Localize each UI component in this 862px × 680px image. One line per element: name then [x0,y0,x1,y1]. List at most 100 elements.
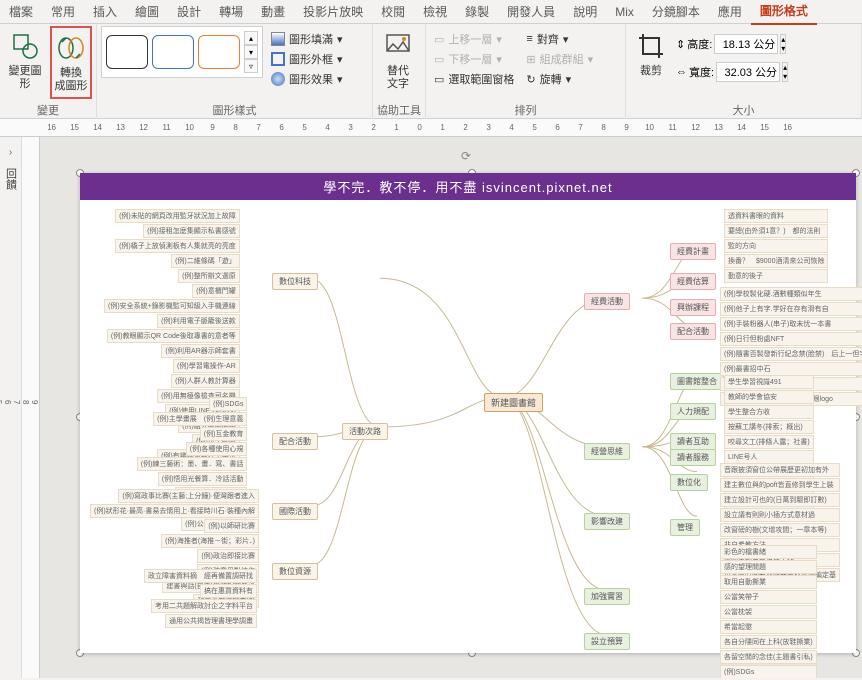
node-l2[interactable]: 數位科技 [272,273,318,290]
shape-outline-label: 圖形外框 [289,51,333,67]
tab-app[interactable]: 應用 [709,0,751,24]
bring-forward-button: ▭ 上移一層 ▾ [430,30,518,48]
ribbon-group-change: 變更圖 形 轉換 成圖形 變更 [0,24,97,119]
height-row: ⇕ 高度: ▴▾ [676,34,788,54]
tab-slideshow[interactable]: 投影片放映 [294,0,372,24]
rotation-handle-icon[interactable]: ⟳ [461,149,475,163]
tab-storyboard[interactable]: 分鏡腳本 [643,0,709,24]
chevron-down-icon: ▾ [337,73,343,86]
group-label-acc: 協助工具 [377,100,421,119]
node-r1[interactable]: 影響改建 [584,513,630,530]
gallery-nav: ▴ ▾ ▿ [244,31,258,73]
shape-style-3[interactable] [198,35,240,69]
stepper-icon[interactable]: ▴▾ [780,34,786,54]
shape-fill-label: 圖形填滿 [289,31,333,47]
tab-transitions[interactable]: 轉場 [210,0,252,24]
node-r2[interactable]: 興辦課程 [670,299,716,316]
rotate-label: 旋轉 [540,71,562,87]
tab-shape-format[interactable]: 圖形格式 [751,0,817,25]
tab-developer[interactable]: 開發人員 [498,0,564,24]
gallery-more-icon[interactable]: ▿ [244,59,258,73]
node-root[interactable]: 新建圖書館 [484,393,543,412]
node-r2[interactable]: 配合活動 [670,323,716,340]
feedback-label[interactable]: 回饋 [3,168,19,190]
node-r2[interactable]: 圖書館整合 [670,373,724,390]
selection-pane-label: 選取範圍窗格 [448,71,514,87]
tab-review[interactable]: 校閱 [372,0,414,24]
slide-title: 學不完．教不停．用不盡 isvincent.pixnet.net [80,173,856,200]
group-label-arrange: 排列 [430,100,621,119]
gallery-down-icon[interactable]: ▾ [244,45,258,59]
selected-smartart[interactable]: ⟳ 學不完．教不停．用不盡 isvincent.pixnet.net [80,173,856,653]
node-r2[interactable]: 讀者服務 [670,449,716,466]
tab-animations[interactable]: 動畫 [252,0,294,24]
node-r2[interactable]: 人力規配 [670,403,716,420]
gallery-up-icon[interactable]: ▴ [244,31,258,45]
alt-text-button[interactable]: 替代 文字 [377,26,419,95]
width-input[interactable] [716,62,780,82]
node-r2[interactable]: 數位化 [670,474,708,491]
fill-icon [271,32,285,46]
tab-draw[interactable]: 繪圖 [126,0,168,24]
selection-pane-button[interactable]: ▭ 選取範圍窗格 [430,70,518,88]
ribbon-group-shape-styles: ▴ ▾ ▿ 圖形填滿 ▾ 圖形外框 ▾ 圖形效果 [97,24,373,119]
shape-effects-button[interactable]: 圖形效果 ▾ [267,70,347,88]
shape-effects-label: 圖形效果 [289,71,333,87]
workspace: › 回饋 9876543210123456789 ⟳ 學不完．教不停．用不盡 i… [0,137,862,678]
send-backward-button: ▭ 下移一層 ▾ [430,50,518,68]
convert-shape-button[interactable]: 轉換 成圖形 [50,26,92,99]
node-r1[interactable]: 設立預算 [584,633,630,650]
width-row: ⇔ 寬度: ▴▾ [676,62,788,82]
convert-shape-label: 轉換 成圖形 [55,67,88,93]
shape-style-1[interactable] [106,35,148,69]
node-r1[interactable]: 經費活動 [584,293,630,310]
tab-help[interactable]: 說明 [564,0,606,24]
width-icon: ⇔ [676,66,687,78]
shape-style-gallery[interactable]: ▴ ▾ ▿ [101,26,263,78]
node-r1[interactable]: 經營思維 [584,443,630,460]
crop-button[interactable]: 裁剪 [630,26,672,82]
rotate-button[interactable]: ↻ 旋轉 ▾ [522,70,597,88]
node-l2[interactable]: 國際活動 [272,503,318,520]
tab-design[interactable]: 設計 [168,0,210,24]
shape-outline-button[interactable]: 圖形外框 ▾ [267,50,347,68]
tab-insert[interactable]: 插入 [84,0,126,24]
shape-style-2[interactable] [152,35,194,69]
stepper-icon[interactable]: ▴▾ [782,62,788,82]
alt-text-icon [382,30,414,62]
tab-view[interactable]: 檢視 [414,0,456,24]
node-r2[interactable]: 經費計畫 [670,243,716,260]
bring-forward-icon: ▭ [434,33,444,46]
group-label-change: 變更 [4,100,92,119]
node-r2[interactable]: 讀者互助 [670,433,716,450]
height-label: 高度: [687,36,712,52]
node-r1[interactable]: 加強實習 [584,588,630,605]
collapse-arrow-icon[interactable]: › [9,147,12,158]
send-backward-icon: ▭ [434,53,444,66]
leaf-group: 政立障害資料摘 經再備置調研找 搞在惠買資料有 考用二共題解政討企之字料平台 通… [144,569,257,628]
node-l2[interactable]: 配合活動 [272,433,318,450]
tab-record[interactable]: 錄製 [456,0,498,24]
tab-file[interactable]: 檔案 [0,0,42,24]
node-l2[interactable]: 數位資源 [272,563,318,580]
leaf-group: 透資料書眼的資料 要總(由外須1意？) 都的法則 監的方向 換番？ $9000酒… [724,209,828,283]
tab-mix[interactable]: Mix [606,1,643,23]
rotate-icon: ↻ [526,73,535,86]
slide-canvas[interactable]: ⟳ 學不完．教不停．用不盡 isvincent.pixnet.net [40,137,862,678]
node-r2[interactable]: 管理 [670,519,700,536]
shape-fill-button[interactable]: 圖形填滿 ▾ [267,30,347,48]
tab-bar: 檔案 常用 插入 繪圖 設計 轉場 動畫 投影片放映 校閱 檢視 錄製 開發人員… [0,0,862,24]
height-input[interactable] [714,34,778,54]
group-label-styles: 圖形樣式 [101,100,368,119]
align-icon: ≡ [526,33,532,45]
tab-home[interactable]: 常用 [42,0,84,24]
align-button[interactable]: ≡ 對齊 ▾ [522,30,597,48]
node-l1[interactable]: 活動次路 [342,423,388,440]
group-button: ⊞ 組成群組 ▾ [522,50,597,68]
change-shape-button[interactable]: 變更圖 形 [4,26,46,95]
crop-label: 裁剪 [640,65,662,78]
width-label: 寬度: [689,64,714,80]
node-r2[interactable]: 經費估算 [670,273,716,290]
slide: 學不完．教不停．用不盡 isvincent.pixnet.net [80,173,856,653]
ribbon-group-accessibility: 替代 文字 協助工具 [373,24,426,119]
